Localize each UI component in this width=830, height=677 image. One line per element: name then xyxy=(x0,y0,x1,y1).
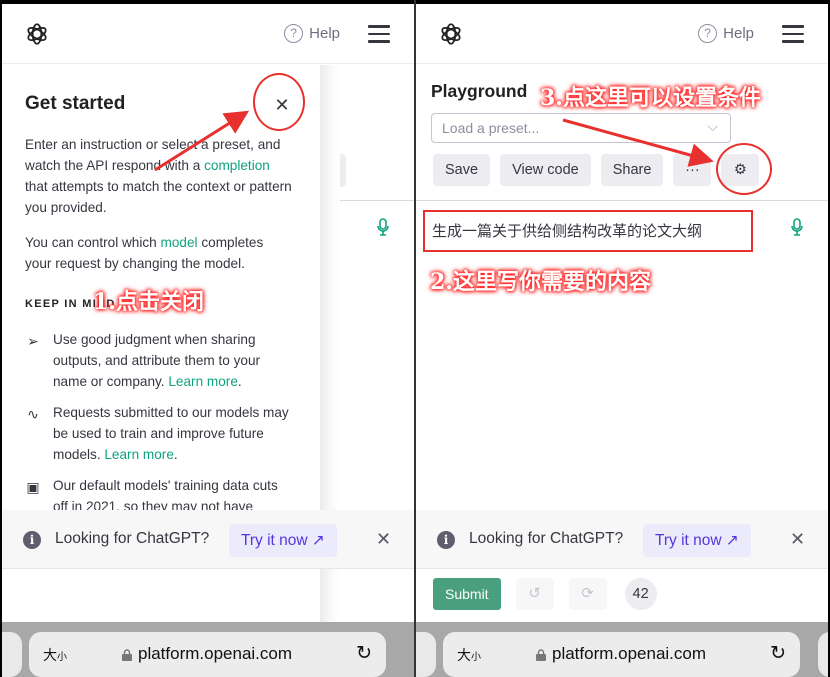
annotation-step-2: 2.这里写你需要的内容 xyxy=(430,269,651,295)
external-link-icon: ↗ xyxy=(311,532,325,549)
view-code-button[interactable]: View code xyxy=(500,154,591,186)
regenerate-button[interactable]: ⟳ xyxy=(568,578,607,610)
chatgpt-banner: i Looking for ChatGPT? Try it now ↗ ✕ xyxy=(416,510,828,569)
drawer-shadow xyxy=(320,65,340,677)
browser-address-bar: 大小 platform.openai.com ↻ xyxy=(2,622,414,677)
question-circle-icon: ? xyxy=(698,24,718,43)
help-label: Help xyxy=(309,25,340,42)
intro-paragraph-1: Enter an instruction or select a preset,… xyxy=(25,137,292,215)
microphone-icon[interactable] xyxy=(790,218,804,236)
page-title: Playground xyxy=(431,81,528,101)
get-started-drawer: Get started ✕ Enter an instruction or se… xyxy=(2,65,320,677)
url-text: platform.openai.com xyxy=(552,644,707,663)
url-field[interactable]: 大小 platform.openai.com ↻ xyxy=(443,632,800,677)
save-button[interactable]: Save xyxy=(433,154,491,186)
browser-address-bar: 大小 platform.openai.com ↻ xyxy=(416,622,828,677)
lock-icon xyxy=(536,649,546,661)
reload-icon[interactable]: ↻ xyxy=(770,642,786,665)
more-options-button[interactable]: ··· xyxy=(673,154,712,186)
completion-link[interactable]: completion xyxy=(204,158,270,173)
close-icon[interactable]: ✕ xyxy=(376,529,391,550)
left-screen: ? Help ⚙ Get started ✕ Enter an instruct… xyxy=(2,4,414,677)
divider xyxy=(416,200,828,201)
prev-tab[interactable] xyxy=(416,632,436,677)
prev-tab[interactable] xyxy=(2,632,22,677)
openai-logo-icon[interactable] xyxy=(24,21,50,47)
top-nav: ? Help xyxy=(416,4,828,64)
token-count: 42 xyxy=(624,578,657,610)
help-link[interactable]: ? Help xyxy=(284,24,340,43)
submit-button[interactable]: Submit xyxy=(433,578,501,610)
help-link[interactable]: ? Help xyxy=(698,24,754,43)
info-icon: i xyxy=(23,531,41,549)
toolbar: Save View code Share ··· ⚙ xyxy=(433,154,760,186)
tip-item: ∿ Requests submitted to our models may b… xyxy=(25,402,293,465)
activity-icon: ∿ xyxy=(27,406,39,422)
next-tab[interactable] xyxy=(818,632,828,677)
reload-icon[interactable]: ↻ xyxy=(356,642,372,665)
tip-item: ➢ Use good judgment when sharing outputs… xyxy=(25,329,293,392)
submit-row: Submit ↺ ⟳ 42 xyxy=(433,578,657,610)
close-icon[interactable]: ✕ xyxy=(790,529,805,550)
share-button[interactable]: Share xyxy=(600,154,664,186)
question-circle-icon: ? xyxy=(284,24,304,43)
url-text: platform.openai.com xyxy=(138,644,293,663)
regenerate-icon: ⟳ xyxy=(581,585,594,602)
prompt-input[interactable]: 生成一篇关于供给侧结构改革的论文大纲 xyxy=(423,210,753,252)
top-nav: ? Help xyxy=(2,4,414,64)
annotation-step-3: 3.点这里可以设置条件 xyxy=(540,85,761,111)
lock-icon xyxy=(122,649,132,661)
try-it-now-button[interactable]: Try it now ↗ xyxy=(643,524,751,557)
learn-more-link[interactable]: Learn more xyxy=(104,447,174,462)
annotation-circle-settings xyxy=(716,143,772,195)
hamburger-menu-icon[interactable] xyxy=(368,25,390,43)
preset-select[interactable]: Load a preset... ⌵ xyxy=(431,113,731,143)
chevron-down-icon: ⌵ xyxy=(707,118,718,134)
external-link-icon: ↗ xyxy=(725,532,739,549)
chatgpt-banner: i Looking for ChatGPT? Try it now ↗ ✕ xyxy=(2,510,414,569)
learn-more-link[interactable]: Learn more xyxy=(168,374,238,389)
undo-button[interactable]: ↺ xyxy=(515,578,554,610)
microphone-icon[interactable] xyxy=(376,218,390,236)
banner-text: Looking for ChatGPT? xyxy=(469,530,624,547)
info-icon: i xyxy=(437,531,455,549)
text-size-button[interactable]: 大小 xyxy=(43,645,67,665)
text-size-button[interactable]: 大小 xyxy=(457,645,481,665)
annotation-step-1: 1.点击关闭 xyxy=(93,289,204,315)
drawer-title: Get started xyxy=(25,93,126,114)
banner-text: Looking for ChatGPT? xyxy=(55,530,210,547)
model-link[interactable]: model xyxy=(161,235,198,250)
undo-icon: ↺ xyxy=(528,585,541,602)
send-icon: ➢ xyxy=(27,333,39,349)
try-it-now-button[interactable]: Try it now ↗ xyxy=(229,524,337,557)
url-field[interactable]: 大小 platform.openai.com ↻ xyxy=(29,632,386,677)
intro-paragraph-2: You can control which model completes yo… xyxy=(25,235,264,271)
annotation-circle-close xyxy=(253,73,305,131)
hamburger-menu-icon[interactable] xyxy=(782,25,804,43)
drawer-body: Enter an instruction or select a preset,… xyxy=(25,134,293,527)
openai-logo-icon[interactable] xyxy=(438,21,464,47)
help-label: Help xyxy=(723,25,754,42)
